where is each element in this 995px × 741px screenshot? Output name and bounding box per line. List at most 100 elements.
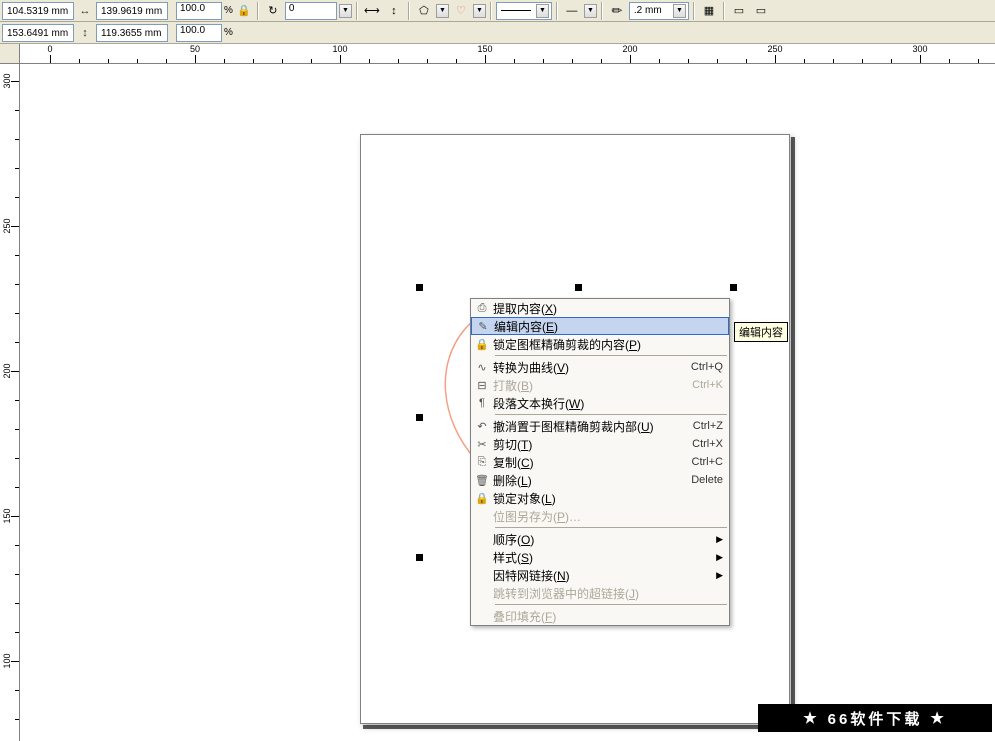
- context-menu-label: 因特网链接(N): [493, 567, 712, 584]
- context-menu-label: 锁定图框精确剪裁的内容(P): [493, 336, 723, 353]
- line-style-select[interactable]: ▼: [496, 2, 552, 20]
- selection-handle-tr[interactable]: [730, 284, 737, 291]
- context-menu-label: 提取内容(X): [493, 300, 723, 317]
- rotation-input[interactable]: 0: [285, 2, 337, 20]
- ruler-label: 300: [2, 73, 12, 88]
- ruler-label: 200: [622, 44, 637, 54]
- context-menu-label: 转换为曲线(V): [493, 359, 691, 376]
- context-menu-shortcut: Ctrl+Z: [693, 420, 723, 432]
- context-menu-label: 顺序(O): [493, 531, 712, 548]
- ruler-label: 200: [2, 363, 12, 378]
- selection-handle-tm[interactable]: [575, 284, 582, 291]
- to-back-button[interactable]: ▭: [751, 1, 771, 21]
- context-menu-label: 编辑内容(E): [494, 318, 722, 335]
- context-menu-item[interactable]: 样式(S) ▶: [471, 548, 729, 566]
- separator: [723, 2, 725, 20]
- page-shadow: [363, 725, 795, 729]
- context-menu-label: 段落文本换行(W): [493, 395, 723, 412]
- selection-handle-ml[interactable]: [416, 414, 423, 421]
- submenu-arrow-icon: ▶: [716, 570, 723, 581]
- percent-label: %: [224, 27, 233, 38]
- context-menu-separator: [495, 604, 727, 605]
- ruler-corner[interactable]: [0, 44, 20, 64]
- horizontal-ruler[interactable]: 050100150200250300: [20, 44, 995, 64]
- context-menu-label: 叠印填充(F): [493, 608, 723, 625]
- context-menu-label: 撤消置于图框精确剪裁内部(U): [493, 418, 693, 435]
- scale-y-input[interactable]: 100.0: [176, 24, 222, 42]
- mirror-horizontal-button[interactable]: ⟷: [362, 1, 382, 21]
- context-menu-item[interactable]: 🗑删除(L)Delete: [471, 471, 729, 489]
- context-menu-item[interactable]: 🔒锁定对象(L): [471, 489, 729, 507]
- context-menu-label: 复制(C): [493, 454, 692, 471]
- context-menu-label: 删除(L): [493, 472, 691, 489]
- page-shadow: [791, 137, 795, 727]
- context-menu-separator: [495, 414, 727, 415]
- outline-width-select[interactable]: .2 mm ▼: [629, 2, 689, 20]
- context-menu-item[interactable]: 因特网链接(N) ▶: [471, 566, 729, 584]
- shape-heart-button[interactable]: ♡: [451, 1, 471, 21]
- context-menu-shortcut: Ctrl+K: [692, 379, 723, 391]
- context-menu-label: 跳转到浏览器中的超链接(J): [493, 585, 723, 602]
- cut-icon: ✂: [471, 435, 493, 453]
- context-menu-item[interactable]: ✂剪切(T)Ctrl+X: [471, 435, 729, 453]
- context-menu-shortcut: Ctrl+X: [692, 438, 723, 450]
- vertical-ruler[interactable]: 30025020015010050: [0, 64, 20, 741]
- wrap-text-button[interactable]: ▦: [699, 1, 719, 21]
- ruler-label: 0: [47, 44, 52, 54]
- context-menu-item[interactable]: ∿转换为曲线(V)Ctrl+Q: [471, 358, 729, 376]
- ruler-label: 250: [2, 218, 12, 233]
- blank-icon: [471, 507, 493, 525]
- shape-polygon-button[interactable]: ⬠: [414, 1, 434, 21]
- object-height-input[interactable]: 119.3655 mm: [96, 24, 168, 42]
- y-coordinate-input[interactable]: 153.6491 mm: [2, 24, 74, 42]
- lock-ratio-icon[interactable]: 🔒: [235, 2, 253, 20]
- star-icon: ★: [803, 709, 819, 727]
- context-menu-label: 样式(S): [493, 549, 712, 566]
- context-menu-item: 叠印填充(F): [471, 607, 729, 625]
- ruler-label: 250: [767, 44, 782, 54]
- ruler-label: 150: [2, 508, 12, 523]
- context-menu-item: 位图另存为(P)…: [471, 507, 729, 525]
- to-front-button[interactable]: ▭: [729, 1, 749, 21]
- delete-icon: 🗑: [471, 471, 493, 489]
- copy-icon: ⎘: [471, 453, 493, 471]
- submenu-arrow-icon: ▶: [716, 552, 723, 563]
- ruler-label: 150: [477, 44, 492, 54]
- dropdown-arrow-icon[interactable]: ▼: [436, 4, 449, 18]
- outline-pen-icon: ✏: [607, 1, 627, 21]
- selection-handle-tl[interactable]: [416, 284, 423, 291]
- undo-icon: ↶: [471, 417, 493, 435]
- dropdown-arrow-icon[interactable]: ▼: [339, 4, 352, 18]
- context-menu-item[interactable]: 顺序(O)▶: [471, 530, 729, 548]
- context-menu-item[interactable]: ¶段落文本换行(W): [471, 394, 729, 412]
- context-menu-separator: [495, 355, 727, 356]
- context-menu-item[interactable]: ⎙提取内容(X): [471, 299, 729, 317]
- ruler-label: 100: [332, 44, 347, 54]
- context-menu-item[interactable]: 🔒锁定图框精确剪裁的内容(P): [471, 335, 729, 353]
- property-bar-row2: 153.6491 mm ↕ 119.3655 mm 100.0 %: [0, 22, 995, 44]
- watermark: ★ 66软件下载 ★: [758, 704, 992, 732]
- lock-clip-icon: 🔒: [471, 335, 493, 353]
- wrap-icon: ¶: [471, 394, 493, 412]
- separator: [693, 2, 695, 20]
- dropdown-arrow-icon[interactable]: ▼: [584, 4, 597, 18]
- context-menu-label: 位图另存为(P)…: [493, 508, 723, 525]
- context-menu-item[interactable]: ↶撤消置于图框精确剪裁内部(U)Ctrl+Z: [471, 417, 729, 435]
- separator: [356, 2, 358, 20]
- curve-icon: ∿: [471, 358, 493, 376]
- scale-x-input[interactable]: 100.0: [176, 2, 222, 20]
- blank-icon: [471, 607, 493, 625]
- start-arrowhead-button[interactable]: —: [562, 1, 582, 21]
- separator: [490, 2, 492, 20]
- separator: [408, 2, 410, 20]
- context-menu-label: 打散(B): [493, 377, 692, 394]
- context-menu-item[interactable]: ⎘复制(C)Ctrl+C: [471, 453, 729, 471]
- selection-handle-bl[interactable]: [416, 554, 423, 561]
- watermark-text: 66软件下载: [828, 708, 923, 729]
- object-width-input[interactable]: 139.9619 mm: [96, 2, 168, 20]
- mirror-vertical-button[interactable]: ↕: [384, 1, 404, 21]
- context-menu-item[interactable]: ✎编辑内容(E): [471, 317, 729, 335]
- x-coordinate-input[interactable]: 104.5319 mm: [2, 2, 74, 20]
- dropdown-arrow-icon[interactable]: ▼: [473, 4, 486, 18]
- height-icon: ↕: [76, 24, 94, 42]
